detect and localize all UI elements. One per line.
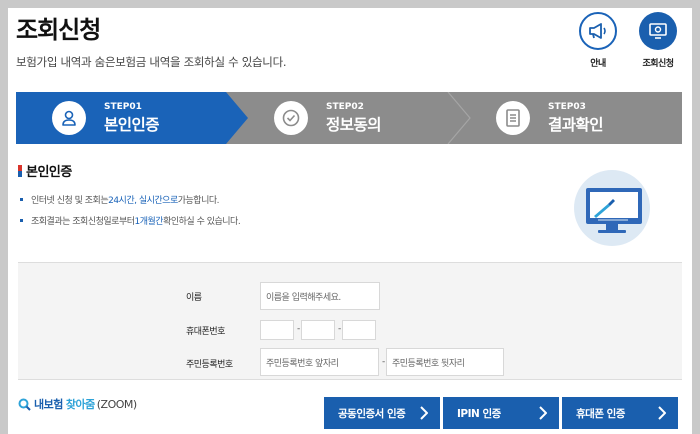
guide-button-label: 안내 (590, 59, 606, 69)
notice-item: 인터넷 신청 및 조회는 24시간, 실시간으로 가능합니다. (20, 193, 240, 206)
notice-list: 인터넷 신청 및 조회는 24시간, 실시간으로 가능합니다. 조회결과는 조회… (20, 193, 241, 235)
step-1: STEP01 본인인증 (52, 92, 160, 144)
guide-button[interactable]: 안내 (578, 12, 618, 69)
step-2-code: STEP02 (326, 101, 364, 112)
page-title: 조회신청 (16, 16, 101, 44)
phone-label: 휴대폰번호 (186, 327, 225, 337)
section-title-text: 본인인증 (26, 165, 72, 180)
ipin-auth-label: IPIN 인증 (457, 407, 501, 420)
step-3: STEP03 결과확인 (496, 92, 604, 144)
document-icon (506, 109, 520, 127)
phone-auth-label: 휴대폰 인증 (576, 407, 625, 420)
section-title-marker (18, 164, 22, 177)
auth-form: 이름 이름을 입력해주세요. 휴대폰번호 - - 주민등록번호 주민등록번호 앞… (18, 262, 682, 380)
chevron-right-icon (420, 406, 428, 420)
megaphone-icon (589, 23, 606, 39)
phone-middle-input[interactable] (301, 320, 335, 340)
name-input[interactable]: 이름을 입력해주세요. (260, 282, 380, 310)
chevron-right-icon (539, 406, 547, 420)
certificate-auth-label: 공동인증서 인증 (338, 407, 406, 420)
phone-separator: - (338, 324, 342, 334)
phone-auth-button[interactable]: 휴대폰 인증 (562, 397, 678, 429)
zoom-logo-text-3: (ZOOM) (96, 397, 137, 411)
step-2: STEP02 정보동의 (274, 92, 382, 144)
inquiry-button-label: 조회신청 (642, 59, 674, 69)
rrn-separator: - (382, 357, 386, 367)
content-panel: 조회신청 보험가입 내역과 숨은보험금 내역을 조회하실 수 있습니다. 안내 … (8, 8, 692, 434)
inquiry-button[interactable]: 조회신청 (638, 12, 678, 69)
phone-separator: - (297, 324, 301, 334)
step-1-code: STEP01 (104, 101, 142, 112)
zoom-logo: 내보험 찾아줌 (ZOOM) (18, 396, 137, 412)
step-3-name: 결과확인 (548, 115, 604, 134)
step-1-name: 본인인증 (104, 115, 160, 134)
rrn-label: 주민등록번호 (186, 360, 233, 370)
person-icon (62, 110, 76, 126)
name-label: 이름 (186, 293, 202, 303)
monitor-illustration (574, 170, 650, 246)
rrn-front-input[interactable]: 주민등록번호 앞자리 (260, 348, 379, 376)
step-2-name: 정보동의 (326, 115, 382, 134)
phone-last-input[interactable] (342, 320, 376, 340)
chevron-right-icon (658, 406, 666, 420)
step-indicator: STEP01 본인인증 STEP02 정보동의 STEP03 결과확인 (16, 92, 682, 144)
phone-first-input[interactable] (260, 320, 294, 340)
zoom-logo-text-1: 내보험 (34, 398, 63, 411)
page-description: 보험가입 내역과 숨은보험금 내역을 조회하실 수 있습니다. (16, 55, 287, 69)
magnifier-icon (18, 398, 31, 411)
rrn-back-input[interactable]: 주민등록번호 뒷자리 (386, 348, 504, 376)
zoom-logo-text-2: 찾아줌 (65, 398, 95, 411)
step-3-code: STEP03 (548, 101, 586, 112)
certificate-auth-button[interactable]: 공동인증서 인증 (324, 397, 440, 429)
check-icon (282, 109, 300, 127)
ipin-auth-button[interactable]: IPIN 인증 (443, 397, 559, 429)
notice-item: 조회결과는 조회신청일로부터 1개월간 확인하실 수 있습니다. (20, 214, 241, 227)
section-title: 본인인증 (18, 161, 72, 180)
monitor-icon (649, 23, 667, 39)
